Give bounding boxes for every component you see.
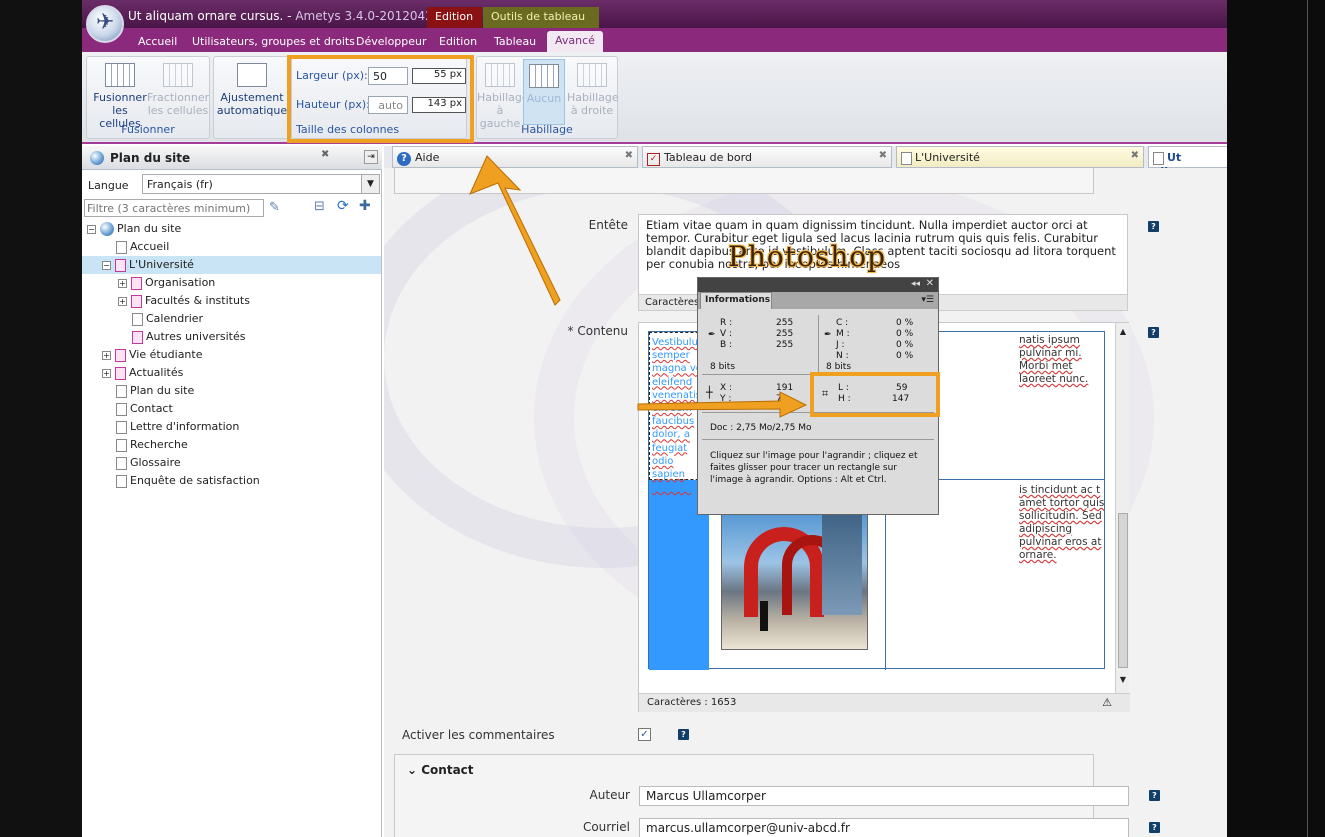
highlight-box-column-size — [287, 55, 474, 143]
highlight-box-dimensions — [810, 372, 940, 417]
arrow-right-icon — [637, 391, 808, 418]
arrow-up-icon — [469, 155, 561, 306]
annotation-arrows — [469, 155, 808, 418]
